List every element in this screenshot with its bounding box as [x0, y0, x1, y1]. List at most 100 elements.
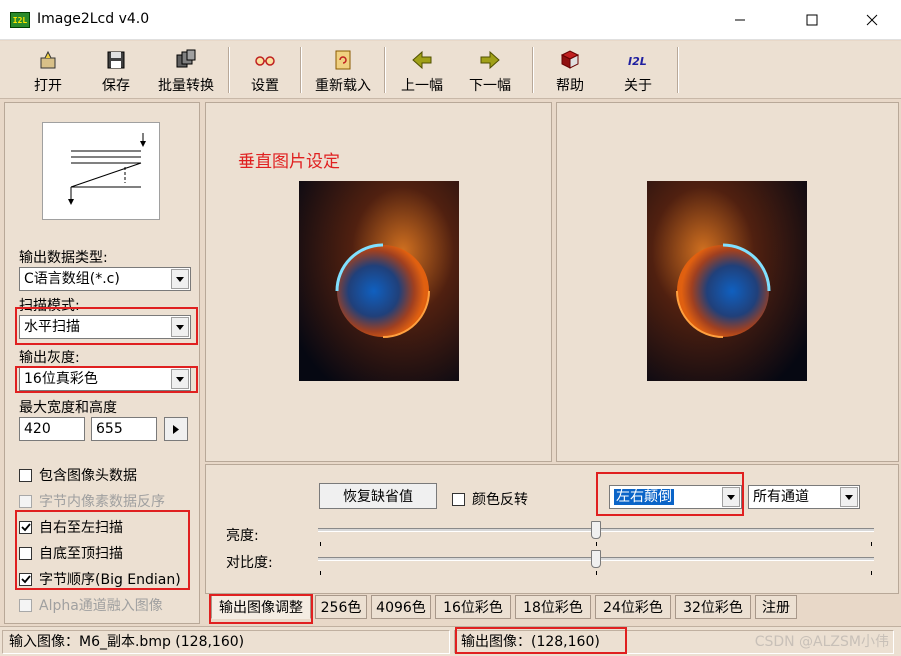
maximize-icon — [806, 14, 818, 26]
checkbox-right-to-left[interactable]: 自右至左扫描 — [19, 517, 123, 537]
slider-tick — [871, 542, 872, 546]
prev-image-button[interactable]: 上一幅 — [398, 47, 446, 95]
tab-register[interactable]: 注册 — [755, 595, 797, 619]
reload-icon — [335, 50, 351, 70]
next-image-button[interactable]: 下一幅 — [466, 47, 514, 95]
input-image-status: 输入图像：M6_副本.bmp (128,160) — [2, 630, 450, 654]
brightness-label: 亮度: — [226, 528, 259, 544]
tab-24bit-color[interactable]: 24位彩色 — [595, 595, 671, 619]
about-button[interactable]: I2L 关于 — [618, 47, 658, 95]
toolbar: 打开 保存 批量转换 设置 重新载入 上一幅 下一幅 帮助 I2L 关于 — [0, 41, 901, 99]
settings-button[interactable]: 设置 — [245, 47, 285, 95]
maximize-button[interactable] — [789, 0, 835, 40]
app-icon: I2L — [10, 12, 30, 28]
apply-size-button[interactable] — [164, 417, 188, 441]
toolbar-separator — [677, 47, 679, 93]
max-width-input[interactable]: 420 — [19, 417, 85, 441]
toolbar-separator — [228, 47, 230, 93]
checkbox-label: 包含图像头数据 — [39, 468, 137, 484]
reset-defaults-button[interactable]: 恢复缺省值 — [319, 483, 437, 509]
flip-mode-select[interactable]: 左右颠倒 — [609, 485, 742, 509]
checkbox-label: Alpha通道融入图像 — [39, 598, 163, 614]
output-type-label: 输出数据类型: — [19, 250, 108, 266]
tab-16bit-color[interactable]: 16位彩色 — [435, 595, 511, 619]
output-type-select[interactable]: C语言数组(*.c) — [19, 267, 191, 291]
settings-panel: 输出数据类型: C语言数组(*.c) 扫描模式: 水平扫描 输出灰度: 16位真… — [4, 102, 200, 624]
tab-256-color[interactable]: 256色 — [315, 595, 367, 619]
close-icon — [866, 14, 878, 26]
preview-caption: 垂直图片设定 — [238, 152, 340, 172]
checkbox-alpha-blend: Alpha通道融入图像 — [19, 595, 163, 615]
about-label: 关于 — [624, 78, 652, 94]
reload-button[interactable]: 重新载入 — [311, 47, 375, 95]
chevron-down-icon — [171, 369, 189, 389]
title-bar: I2L Image2Lcd v4.0 — [0, 0, 901, 40]
toolbar-separator — [300, 47, 302, 93]
checkbox-include-header[interactable]: 包含图像头数据 — [19, 465, 137, 485]
checkbox-reverse-pixels: 字节内像素数据反序 — [19, 491, 165, 511]
chevron-down-icon — [171, 269, 189, 289]
svg-text:I2L: I2L — [628, 55, 647, 68]
next-image-label: 下一幅 — [469, 78, 511, 94]
gray-level-label: 输出灰度: — [19, 350, 80, 366]
output-image — [647, 181, 807, 381]
close-button[interactable] — [849, 0, 895, 40]
arrow-right-icon — [480, 50, 500, 70]
checkmark-icon — [19, 572, 32, 586]
flip-mode-value: 左右颠倒 — [614, 489, 674, 505]
minimize-button[interactable] — [717, 0, 763, 40]
help-button[interactable]: 帮助 — [550, 47, 590, 95]
open-button[interactable]: 打开 — [28, 47, 68, 95]
checkbox-label: 字节内像素数据反序 — [39, 494, 165, 510]
slider-tick — [320, 571, 321, 575]
reload-label: 重新载入 — [315, 78, 371, 94]
checkbox-label: 自底至顶扫描 — [39, 546, 123, 562]
output-type-value: C语言数组(*.c) — [24, 271, 120, 287]
slider-tick — [871, 571, 872, 575]
input-preview-pane: 垂直图片设定 — [205, 102, 552, 462]
checkbox-label: 颜色反转 — [472, 492, 528, 508]
save-button[interactable]: 保存 — [96, 47, 136, 95]
scan-mode-label: 扫描模式: — [19, 298, 80, 314]
checkbox-invert-colors[interactable]: 颜色反转 — [452, 489, 528, 509]
brightness-slider-thumb[interactable] — [591, 521, 601, 539]
batch-convert-label: 批量转换 — [158, 78, 214, 94]
tab-18bit-color[interactable]: 18位彩色 — [515, 595, 591, 619]
toolbar-separator — [384, 47, 386, 93]
chevron-down-icon — [840, 487, 858, 507]
checkbox-box — [452, 492, 465, 506]
settings-label: 设置 — [251, 78, 279, 94]
channel-value: 所有通道 — [753, 489, 809, 505]
scan-direction-icon — [68, 133, 146, 205]
checkbox-box — [19, 546, 32, 560]
contrast-slider-thumb[interactable] — [591, 550, 601, 568]
play-arrow-icon — [173, 424, 179, 434]
contrast-label: 对比度: — [226, 555, 273, 571]
checkbox-big-endian[interactable]: 字节顺序(Big Endian) — [19, 569, 181, 589]
slider-tick — [596, 542, 597, 546]
max-height-input[interactable]: 655 — [91, 417, 157, 441]
input-image — [299, 181, 459, 381]
watermark: CSDN @ALZSM小伟 — [754, 634, 889, 650]
scan-mode-select[interactable]: 水平扫描 — [19, 315, 191, 339]
batch-convert-button[interactable]: 批量转换 — [154, 47, 218, 95]
checkbox-box — [19, 494, 32, 508]
channel-select[interactable]: 所有通道 — [748, 485, 860, 509]
tab-32bit-color[interactable]: 32位彩色 — [675, 595, 751, 619]
prev-image-label: 上一幅 — [401, 78, 443, 94]
settings-glasses-icon — [255, 56, 275, 66]
tab-output-adjust[interactable]: 输出图像调整 — [211, 595, 311, 619]
chevron-down-icon — [722, 487, 740, 507]
scan-mode-value: 水平扫描 — [24, 319, 80, 335]
status-bar: 输入图像：M6_副本.bmp (128,160) 输出图像：(128,160) … — [0, 626, 901, 656]
window-title: Image2Lcd v4.0 — [37, 11, 150, 27]
save-icon — [107, 51, 125, 69]
tab-4096-color[interactable]: 4096色 — [371, 595, 431, 619]
minimize-icon — [735, 19, 745, 21]
checkbox-label: 字节顺序(Big Endian) — [39, 572, 181, 588]
arrow-left-icon — [412, 50, 432, 70]
help-label: 帮助 — [556, 78, 584, 94]
gray-level-select[interactable]: 16位真彩色 — [19, 367, 191, 391]
checkbox-bottom-to-top[interactable]: 自底至顶扫描 — [19, 543, 123, 563]
checkbox-box — [19, 468, 32, 482]
